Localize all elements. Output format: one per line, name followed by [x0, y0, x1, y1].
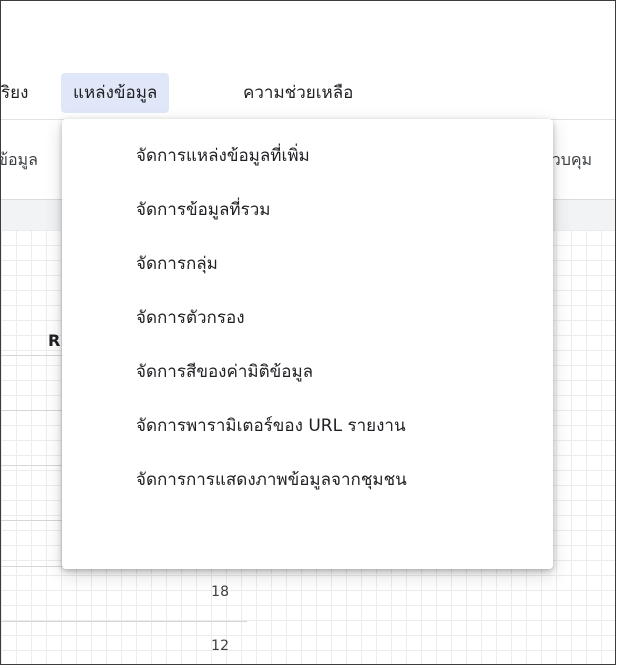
menu-item-manage-report-url-parameters[interactable]: จัดการพารามิเตอร์ของ URL รายงาน — [62, 399, 553, 453]
table-cell-value: 18 — [211, 584, 229, 600]
menu-item-manage-groups[interactable]: จัดการกลุ่ม — [62, 237, 553, 291]
table-row-divider — [1, 621, 247, 622]
table-cell-value: 12 — [211, 638, 229, 654]
menu-item-manage-added-data-sources[interactable]: จัดการแหล่งข้อมูลที่เพิ่ม — [62, 129, 553, 183]
menu-item-manage-blended-data[interactable]: จัดการข้อมูลที่รวม — [62, 183, 553, 237]
menu-bar: ริยง แหล่งข้อมูล ความช่วยเหลือ — [1, 67, 615, 119]
toolbar-data-label[interactable]: ข้อมูล — [1, 148, 38, 173]
table-header-cell: R — [48, 331, 61, 350]
menu-item-partial[interactable]: ริยง — [1, 73, 40, 113]
menu-item-manage-dimension-value-colors[interactable]: จัดการสีของค่ามิติข้อมูล — [62, 345, 553, 399]
top-bar — [1, 1, 615, 67]
menu-item-help[interactable]: ความช่วยเหลือ — [231, 73, 365, 113]
menu-item-manage-filters[interactable]: จัดการตัวกรอง — [62, 291, 553, 345]
menu-item-manage-community-visualizations[interactable]: จัดการการแสดงภาพข้อมูลจากชุมชน — [62, 453, 553, 507]
data-sources-menu: จัดการแหล่งข้อมูลที่เพิ่ม จัดการข้อมูลที… — [62, 119, 553, 569]
menu-item-data-sources[interactable]: แหล่งข้อมูล — [61, 73, 170, 113]
app-window: ริยง แหล่งข้อมูล ความช่วยเหลือ ข้อมูล คว… — [0, 0, 616, 665]
